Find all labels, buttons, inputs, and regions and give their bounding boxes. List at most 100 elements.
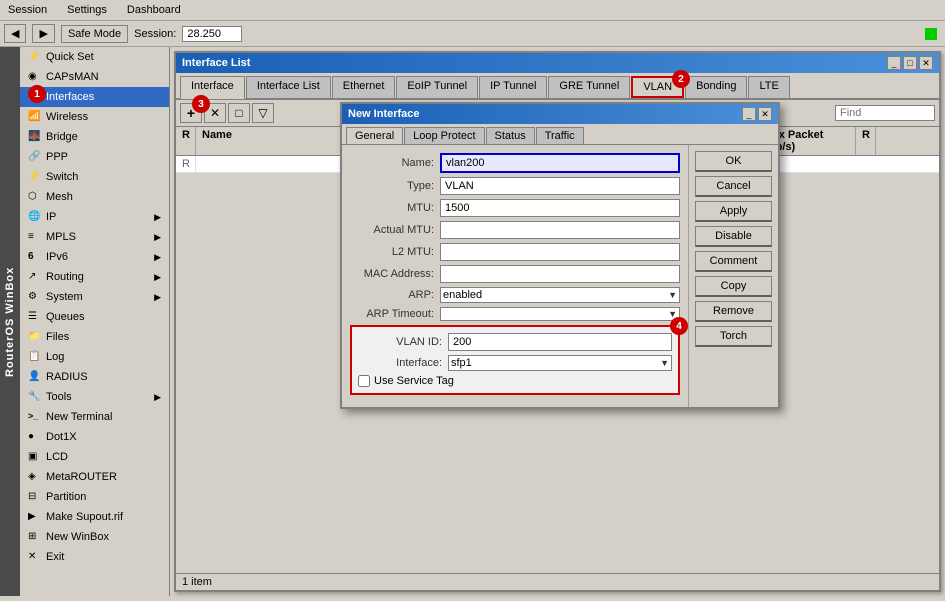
sidebar-label-switch: Switch — [46, 171, 78, 183]
sidebar-label-system: System — [46, 291, 83, 303]
tab-eoip-tunnel[interactable]: EoIP Tunnel — [396, 76, 478, 98]
safe-mode-button[interactable]: Safe Mode — [61, 25, 128, 43]
mpls-icon — [28, 230, 42, 244]
type-input — [440, 177, 680, 195]
remove-button[interactable]: Remove — [695, 301, 772, 322]
tab-ethernet[interactable]: Ethernet — [332, 76, 396, 98]
interface-select[interactable]: sfp1 ▼ — [448, 355, 672, 371]
sidebar-item-new-terminal[interactable]: New Terminal — [20, 407, 169, 427]
copy-button[interactable]: Copy — [695, 276, 772, 297]
ppp-icon — [28, 150, 42, 164]
qs-icon — [28, 50, 42, 64]
system-arrow-icon: ▶ — [154, 292, 161, 303]
sidebar-item-bridge[interactable]: Bridge — [20, 127, 169, 147]
menu-dashboard[interactable]: Dashboard — [123, 2, 185, 18]
vlan-section: 4 VLAN ID: Interface: sfp1 ▼ — [350, 325, 680, 395]
sidebar-item-ip[interactable]: IP ▶ — [20, 207, 169, 227]
sidebar-label-partition: Partition — [46, 491, 86, 503]
find-input[interactable] — [835, 105, 935, 121]
sidebar-item-interfaces[interactable]: Interfaces 1 — [20, 87, 169, 107]
filter-button[interactable]: ▽ — [252, 103, 274, 123]
routing-icon — [28, 270, 42, 284]
form-row-arp-timeout: ARP Timeout: ▼ — [350, 307, 680, 321]
window-minimize-button[interactable]: _ — [887, 56, 901, 70]
dialog-tab-status[interactable]: Status — [486, 127, 535, 144]
mpls-arrow-icon: ▶ — [154, 232, 161, 243]
sidebar-item-metarouter[interactable]: MetaROUTER — [20, 467, 169, 487]
name-input[interactable] — [440, 153, 680, 173]
menu-session[interactable]: Session — [4, 2, 51, 18]
sidebar-item-wireless[interactable]: Wireless — [20, 107, 169, 127]
sidebar-item-system[interactable]: System ▶ — [20, 287, 169, 307]
sidebar-item-dot1x[interactable]: Dot1X — [20, 427, 169, 447]
menu-settings[interactable]: Settings — [63, 2, 111, 18]
sidebar-item-mpls[interactable]: MPLS ▶ — [20, 227, 169, 247]
sidebar-item-partition[interactable]: Partition — [20, 487, 169, 507]
sidebar-item-ipv6[interactable]: IPv6 ▶ — [20, 247, 169, 267]
sidebar-item-switch[interactable]: Switch — [20, 167, 169, 187]
session-input[interactable] — [182, 26, 242, 42]
sidebar-item-make-supout[interactable]: Make Supout.rif — [20, 507, 169, 527]
form-row-arp: ARP: enabled ▼ — [350, 287, 680, 303]
wireless-icon — [28, 110, 42, 124]
dialog-tab-traffic[interactable]: Traffic — [536, 127, 584, 144]
dialog-minimize-button[interactable]: _ — [742, 107, 756, 121]
arp-select[interactable]: enabled ▼ — [440, 287, 680, 303]
dialog-controls: _ ✕ — [742, 107, 772, 121]
sidebar-item-capsman[interactable]: CAPsMAN — [20, 67, 169, 87]
dialog-tab-general[interactable]: General — [346, 127, 403, 144]
tab-gre-tunnel[interactable]: GRE Tunnel — [548, 76, 630, 98]
arp-timeout-select[interactable]: ▼ — [440, 307, 680, 321]
use-service-tag-checkbox[interactable] — [358, 375, 370, 387]
tab-lte[interactable]: LTE — [748, 76, 789, 98]
dialog-close-button[interactable]: ✕ — [758, 107, 772, 121]
cancel-button[interactable]: Cancel — [695, 176, 772, 197]
sidebar-item-log[interactable]: Log — [20, 347, 169, 367]
sidebar-item-quick-set[interactable]: Quick Set — [20, 47, 169, 67]
sidebar-item-mesh[interactable]: Mesh — [20, 187, 169, 207]
badge-2: 2 — [672, 70, 690, 88]
form-row-vlan-id: VLAN ID: — [358, 333, 672, 351]
dialog-tab-loop-protect[interactable]: Loop Protect — [404, 127, 484, 144]
tab-bar: Interface Interface List Ethernet EoIP T… — [176, 73, 939, 100]
sidebar-item-radius[interactable]: RADIUS — [20, 367, 169, 387]
tab-interface-list[interactable]: Interface List — [246, 76, 331, 98]
form-row-interface: Interface: sfp1 ▼ — [358, 355, 672, 371]
tab-ip-tunnel[interactable]: IP Tunnel — [479, 76, 547, 98]
type-label: Type: — [350, 180, 440, 192]
sidebar-item-routing[interactable]: Routing ▶ — [20, 267, 169, 287]
sidebar-label-tools: Tools — [46, 391, 72, 403]
tab-vlan[interactable]: VLAN 2 — [631, 76, 684, 98]
sidebar-item-lcd[interactable]: LCD — [20, 447, 169, 467]
sidebar-label-wireless: Wireless — [46, 111, 88, 123]
tab-bonding[interactable]: Bonding — [685, 76, 747, 98]
back-button[interactable]: ◀ — [4, 24, 26, 43]
comment-button[interactable]: Comment — [695, 251, 772, 272]
sidebar-label-files: Files — [46, 331, 69, 343]
mac-input[interactable] — [440, 265, 680, 283]
mtu-input[interactable] — [440, 199, 680, 217]
tab-interface[interactable]: Interface — [180, 76, 245, 99]
actual-mtu-input — [440, 221, 680, 239]
disable-button[interactable]: Disable — [695, 226, 772, 247]
forward-button[interactable]: ▶ — [32, 24, 54, 43]
sidebar-item-new-winbox[interactable]: New WinBox — [20, 527, 169, 547]
apply-button[interactable]: Apply — [695, 201, 772, 222]
ok-button[interactable]: OK — [695, 151, 772, 172]
copy-list-button[interactable]: □ — [228, 103, 250, 123]
dialog-buttons: OK Cancel Apply Disable Comment Copy Rem… — [688, 145, 778, 407]
window-maximize-button[interactable]: □ — [903, 56, 917, 70]
sidebar-label-metarouter: MetaROUTER — [46, 471, 117, 483]
sidebar-item-tools[interactable]: Tools ▶ — [20, 387, 169, 407]
use-service-tag-row: Use Service Tag — [358, 375, 672, 387]
vlan-id-input[interactable] — [448, 333, 672, 351]
mac-label: MAC Address: — [350, 268, 440, 280]
sidebar-item-exit[interactable]: Exit — [20, 547, 169, 567]
sidebar-item-queues[interactable]: Queues — [20, 307, 169, 327]
window-close-button[interactable]: ✕ — [919, 56, 933, 70]
tools-arrow-icon: ▶ — [154, 392, 161, 403]
torch-button[interactable]: Torch — [695, 326, 772, 347]
sidebar-item-files[interactable]: Files — [20, 327, 169, 347]
sidebar-item-ppp[interactable]: PPP — [20, 147, 169, 167]
dot1x-icon — [28, 430, 42, 444]
